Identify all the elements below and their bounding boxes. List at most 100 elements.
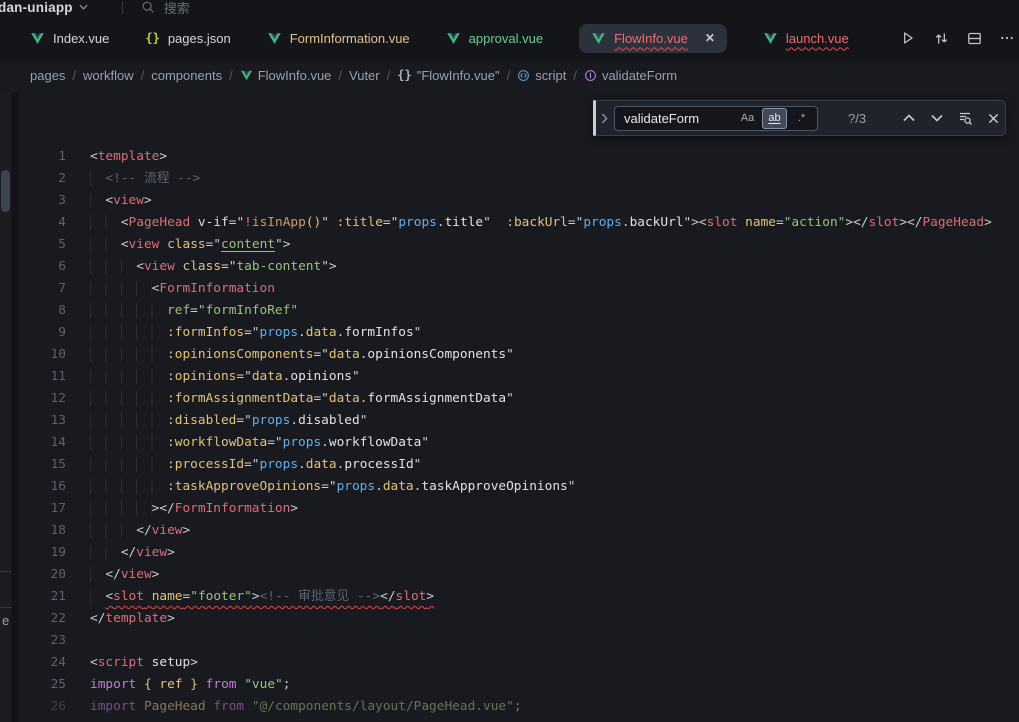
tab-launch.vue[interactable]: launch.vue xyxy=(763,31,849,46)
line-number[interactable]: 25 xyxy=(0,674,66,696)
code-line-text[interactable]: </view> xyxy=(90,564,159,586)
code-line-text[interactable]: <view> xyxy=(90,190,152,212)
code-line[interactable]: 24 <script setup> xyxy=(0,652,1019,674)
code-line[interactable]: 4 <PageHead v-if="!isInApp()" :title="pr… xyxy=(0,212,1019,234)
tab-Index.vue[interactable]: Index.vue xyxy=(30,31,109,46)
find-in-selection-button[interactable] xyxy=(956,109,974,127)
code-line-text[interactable]: <slot name="footer"><!-- 审批意见 --></slot> xyxy=(90,586,434,608)
project-switcher[interactable]: dan-uniapp xyxy=(0,0,88,15)
breadcrumb-item[interactable]: workflow xyxy=(83,68,134,83)
code-line-text[interactable]: ref="formInfoRef" xyxy=(90,300,298,322)
code-area[interactable]: 1<template>2 <!-- 流程 -->3 <view>4 <PageH… xyxy=(0,146,1019,718)
tab-pages.json[interactable]: {}pages.json xyxy=(145,31,230,46)
tab-FormInformation.vue[interactable]: FormInformation.vue xyxy=(267,31,410,46)
line-number[interactable]: 12 xyxy=(0,388,66,410)
code-line-text[interactable]: import PageHead from "@/components/layou… xyxy=(90,696,522,718)
code-line-text[interactable]: </template> xyxy=(90,608,175,630)
code-line[interactable]: 16 :taskApproveOpinions="props.data.task… xyxy=(0,476,1019,498)
breadcrumb-item[interactable]: Vuter xyxy=(349,68,380,83)
line-number[interactable]: 9 xyxy=(0,322,66,344)
code-line[interactable]: 3 <view> xyxy=(0,190,1019,212)
code-line[interactable]: 7 <FormInformation xyxy=(0,278,1019,300)
code-line[interactable]: 10 :opinionsComponents="data.opinionsCom… xyxy=(0,344,1019,366)
code-line[interactable]: 14 :workflowData="props.workflowData" xyxy=(0,432,1019,454)
breadcrumb-item[interactable]: script xyxy=(517,68,566,83)
line-number[interactable]: 2 xyxy=(0,168,66,190)
tab-close-icon[interactable]: ✕ xyxy=(705,31,715,45)
match-case-button[interactable]: Aa xyxy=(736,109,759,128)
line-number[interactable]: 24 xyxy=(0,652,66,674)
code-line[interactable]: 26 import PageHead from "@/components/lay… xyxy=(0,696,1019,718)
line-number[interactable]: 10 xyxy=(0,344,66,366)
find-query[interactable]: validateForm xyxy=(624,111,733,126)
code-line-text[interactable]: :workflowData="props.workflowData" xyxy=(90,432,429,454)
code-line[interactable]: 5 <view class="content"> xyxy=(0,234,1019,256)
find-input[interactable]: validateForm Aa ab .* xyxy=(614,106,818,131)
line-number[interactable]: 20 xyxy=(0,564,66,586)
code-line[interactable]: 23 xyxy=(0,630,1019,652)
tab-FlowInfo.vue[interactable]: FlowInfo.vue✕ xyxy=(579,24,727,53)
code-line[interactable]: 1 <template> xyxy=(0,146,1019,168)
code-line-text[interactable]: :processId="props.data.processId" xyxy=(90,454,421,476)
global-search[interactable]: 搜索 xyxy=(141,0,190,16)
line-number[interactable]: 6 xyxy=(0,256,66,278)
code-line-text[interactable]: :disabled="props.disabled" xyxy=(90,410,367,432)
code-line-text[interactable]: :taskApproveOpinions="props.data.taskApp… xyxy=(90,476,575,498)
code-line[interactable]: 20 </view> xyxy=(0,564,1019,586)
find-next-button[interactable] xyxy=(928,109,946,127)
line-number[interactable]: 21 xyxy=(0,586,66,608)
line-number[interactable]: 7 xyxy=(0,278,66,300)
code-line[interactable]: 2 <!-- 流程 --> xyxy=(0,168,1019,190)
code-line[interactable]: 18 </view> xyxy=(0,520,1019,542)
code-line[interactable]: 25 import { ref } from "vue"; xyxy=(0,674,1019,696)
more-actions-icon[interactable] xyxy=(998,29,1016,47)
find-previous-button[interactable] xyxy=(900,109,918,127)
line-number[interactable]: 15 xyxy=(0,454,66,476)
breadcrumb-item[interactable]: pages xyxy=(30,68,65,83)
code-line-text[interactable]: <!-- 流程 --> xyxy=(90,168,200,190)
line-number[interactable]: 23 xyxy=(0,630,66,652)
code-line[interactable]: 12 :formAssignmentData="data.formAssignm… xyxy=(0,388,1019,410)
code-line-text[interactable]: <PageHead v-if="!isInApp()" :title="prop… xyxy=(90,212,992,234)
code-line[interactable]: 9 :formInfos="props.data.formInfos" xyxy=(0,322,1019,344)
line-number[interactable]: 5 xyxy=(0,234,66,256)
split-editor-icon[interactable] xyxy=(965,29,983,47)
code-line-text[interactable]: </view> xyxy=(90,542,175,564)
code-line-text[interactable]: :opinionsComponents="data.opinionsCompon… xyxy=(90,344,514,366)
line-number[interactable]: 17 xyxy=(0,498,66,520)
find-close-icon[interactable] xyxy=(984,109,1002,127)
line-number[interactable]: 3 xyxy=(0,190,66,212)
code-line-text[interactable]: <template> xyxy=(90,146,167,168)
line-number[interactable]: 1 xyxy=(0,146,66,168)
code-line[interactable]: 22 </template> xyxy=(0,608,1019,630)
find-widget-sash[interactable] xyxy=(593,100,596,136)
regex-button[interactable]: .* xyxy=(790,109,813,128)
code-line-text[interactable]: ></FormInformation> xyxy=(90,498,298,520)
code-line-text[interactable]: <view class="content"> xyxy=(90,234,290,256)
line-number[interactable]: 4 xyxy=(0,212,66,234)
breadcrumb-item[interactable]: validateForm xyxy=(584,68,677,83)
breadcrumb-item[interactable]: FlowInfo.vue xyxy=(240,68,332,83)
code-line[interactable]: 21 <slot name="footer"><!-- 审批意见 --></sl… xyxy=(0,586,1019,608)
code-line[interactable]: 8 ref="formInfoRef" xyxy=(0,300,1019,322)
line-number[interactable]: 26 xyxy=(0,696,66,718)
code-line[interactable]: 13 :disabled="props.disabled" xyxy=(0,410,1019,432)
compare-changes-icon[interactable] xyxy=(932,29,950,47)
line-number[interactable]: 13 xyxy=(0,410,66,432)
line-number[interactable]: 14 xyxy=(0,432,66,454)
code-line-text[interactable]: <script setup> xyxy=(90,652,198,674)
line-number[interactable]: 22 xyxy=(0,608,66,630)
breadcrumb-item[interactable]: {}"FlowInfo.vue" xyxy=(397,68,499,83)
whole-word-button[interactable]: ab xyxy=(762,108,787,129)
code-line-text[interactable]: import { ref } from "vue"; xyxy=(90,674,290,696)
line-number[interactable]: 11 xyxy=(0,366,66,388)
breadcrumb-item[interactable]: components xyxy=(151,68,222,83)
code-line-text[interactable]: :formAssignmentData="data.formAssignment… xyxy=(90,388,514,410)
line-number[interactable]: 18 xyxy=(0,520,66,542)
code-line-text[interactable]: :opinions="data.opinions" xyxy=(90,366,360,388)
line-number[interactable]: 19 xyxy=(0,542,66,564)
tab-approval.vue[interactable]: approval.vue xyxy=(446,31,543,46)
code-line-text[interactable]: <FormInformation xyxy=(90,278,275,300)
code-line[interactable]: 19 </view> xyxy=(0,542,1019,564)
line-number[interactable]: 16 xyxy=(0,476,66,498)
